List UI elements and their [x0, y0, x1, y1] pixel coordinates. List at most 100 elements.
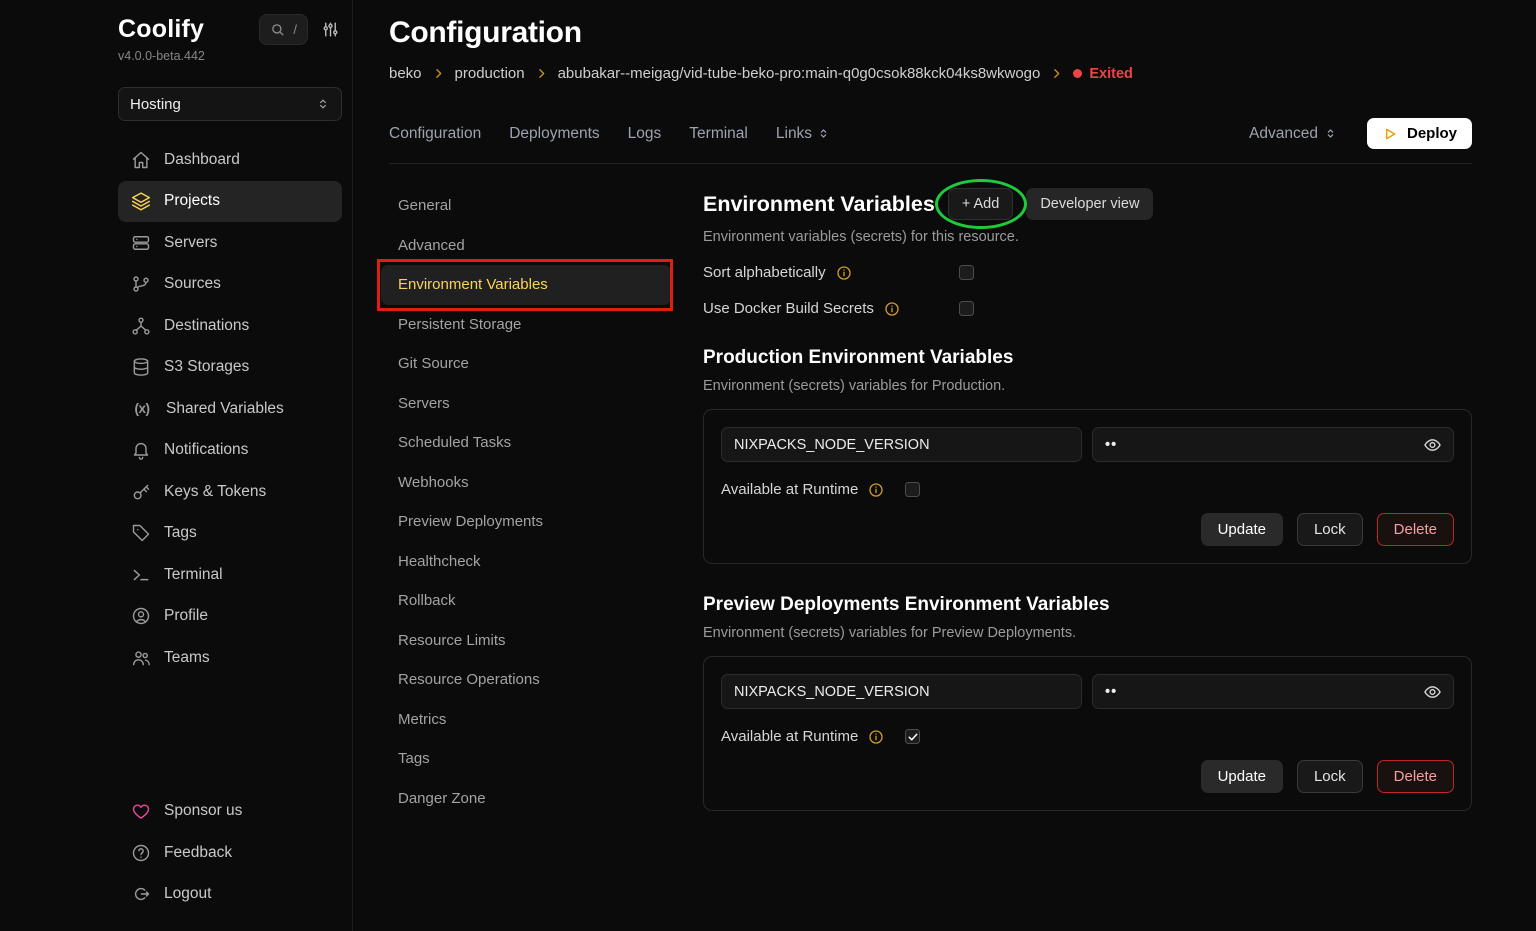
subnav-item-preview-deployments[interactable]: Preview Deployments — [381, 502, 671, 542]
sort-alphabetically-checkbox[interactable] — [959, 265, 974, 280]
subnav-item-webhooks[interactable]: Webhooks — [381, 463, 671, 503]
env-header: Environment Variables + Add Developer vi… — [703, 188, 1472, 220]
subnav-item-persistent-storage[interactable]: Persistent Storage — [381, 305, 671, 345]
database-icon — [131, 357, 151, 377]
subnav-item-healthcheck[interactable]: Healthcheck — [381, 542, 671, 582]
deploy-label: Deploy — [1407, 125, 1457, 142]
subnav-item-danger-zone[interactable]: Danger Zone — [381, 779, 671, 819]
breadcrumb-project[interactable]: beko — [389, 65, 422, 82]
update-button[interactable]: Update — [1201, 513, 1283, 546]
tab-terminal[interactable]: Terminal — [689, 125, 748, 143]
preview-env-subtitle: Environment (secrets) variables for Prev… — [703, 625, 1472, 641]
version-label: v4.0.0-beta.442 — [118, 49, 342, 63]
sidebar-item-servers[interactable]: Servers — [118, 222, 342, 264]
sidebar-item-label: Destinations — [164, 317, 249, 335]
subnav-item-environment-variables[interactable]: Environment Variables — [381, 265, 671, 305]
subnav-item-servers[interactable]: Servers — [381, 384, 671, 424]
sidebar-item-label: Sources — [164, 275, 221, 293]
variable-value-input[interactable] — [1092, 674, 1454, 709]
tab-links[interactable]: Links — [776, 125, 830, 143]
delete-button[interactable]: Delete — [1377, 760, 1454, 793]
sidebar-item-sources[interactable]: Sources — [118, 264, 342, 306]
subnav-item-general[interactable]: General — [381, 186, 671, 226]
chevron-right-icon — [432, 67, 445, 80]
subnav-item-git-source[interactable]: Git Source — [381, 344, 671, 384]
team-selector[interactable]: Hosting — [118, 87, 342, 121]
production-env-heading: Production Environment Variables — [703, 347, 1472, 369]
variable-value-input[interactable] — [1092, 427, 1454, 462]
variable-name-input[interactable] — [721, 674, 1082, 709]
delete-button[interactable]: Delete — [1377, 513, 1454, 546]
lock-button[interactable]: Lock — [1297, 513, 1363, 546]
tabbar-actions: Advanced Deploy — [1243, 118, 1472, 149]
sidebar-item-dashboard[interactable]: Dashboard — [118, 139, 342, 181]
sidebar-item-label: Tags — [164, 524, 197, 542]
sidebar-item-label: S3 Storages — [164, 358, 249, 376]
subnav-item-metrics[interactable]: Metrics — [381, 700, 671, 740]
chevron-right-icon — [1050, 67, 1063, 80]
developer-view-button[interactable]: Developer view — [1026, 188, 1153, 220]
settings-button[interactable] — [318, 18, 342, 42]
sidebar-item-projects[interactable]: Projects — [118, 181, 342, 223]
sidebar-inner: Coolify / v4.0.0-beta.442 — [118, 0, 342, 931]
breadcrumb-environment[interactable]: production — [455, 65, 525, 82]
coolify-logo: Coolify — [118, 15, 204, 44]
subnav-item-resource-limits[interactable]: Resource Limits — [381, 621, 671, 661]
subnav-item-resource-operations[interactable]: Resource Operations — [381, 660, 671, 700]
variable-icon: (x) — [131, 399, 153, 419]
sidebar-item-keys-tokens[interactable]: Keys & Tokens — [118, 471, 342, 513]
available-at-runtime-checkbox[interactable] — [905, 729, 920, 744]
sidebar-item-tags[interactable]: Tags — [118, 513, 342, 555]
subnav-item-tags[interactable]: Tags — [381, 739, 671, 779]
preview-env-heading: Preview Deployments Environment Variable… — [703, 594, 1472, 616]
sidebar-item-terminal[interactable]: Terminal — [118, 554, 342, 596]
docker-build-secrets-checkbox[interactable] — [959, 301, 974, 316]
sidebar-item-profile[interactable]: Profile — [118, 596, 342, 638]
sidebar-item-sponsor[interactable]: Sponsor us — [118, 791, 342, 833]
sidebar-item-logout[interactable]: Logout — [118, 874, 342, 916]
server-icon — [131, 233, 151, 253]
sidebar-item-destinations[interactable]: Destinations — [118, 305, 342, 347]
tab-deployments[interactable]: Deployments — [509, 125, 599, 143]
team-selector-value: Hosting — [130, 96, 181, 113]
sidebar-item-shared-variables[interactable]: (x) Shared Variables — [118, 388, 342, 430]
advanced-dropdown[interactable]: Advanced — [1243, 124, 1343, 144]
variable-name-input[interactable] — [721, 427, 1082, 462]
logo-row: Coolify / — [118, 14, 342, 45]
reveal-value-button[interactable] — [1421, 433, 1444, 456]
breadcrumb-resource[interactable]: abubakar--meigag/vid-tube-beko-pro:main-… — [558, 65, 1041, 82]
tab-logs[interactable]: Logs — [628, 125, 662, 143]
subnav-item-scheduled-tasks[interactable]: Scheduled Tasks — [381, 423, 671, 463]
variable-inputs — [721, 427, 1454, 462]
sidebar-item-notifications[interactable]: Notifications — [118, 430, 342, 472]
layers-icon — [131, 191, 151, 211]
page-title: Configuration — [389, 14, 1472, 52]
help-icon — [131, 843, 151, 863]
update-button[interactable]: Update — [1201, 760, 1283, 793]
configuration-subnav: General Advanced Environment Variables P… — [381, 164, 671, 818]
breadcrumb: beko production abubakar--meigag/vid-tub… — [389, 65, 1472, 82]
sliders-icon — [320, 20, 340, 40]
sidebar-item-feedback[interactable]: Feedback — [118, 832, 342, 874]
play-icon — [1382, 126, 1398, 142]
lock-button[interactable]: Lock — [1297, 760, 1363, 793]
search-button[interactable]: / — [259, 14, 308, 45]
available-at-runtime-checkbox[interactable] — [905, 482, 920, 497]
subnav-item-advanced[interactable]: Advanced — [381, 226, 671, 266]
sidebar-item-label: Teams — [164, 649, 210, 667]
sidebar-item-teams[interactable]: Teams — [118, 637, 342, 679]
subnav-item-rollback[interactable]: Rollback — [381, 581, 671, 621]
tab-configuration[interactable]: Configuration — [389, 125, 481, 143]
sidebar-item-s3-storages[interactable]: S3 Storages — [118, 347, 342, 389]
sort-alphabetically-row: Sort alphabetically — [703, 264, 1472, 281]
sidebar-item-label: Profile — [164, 607, 208, 625]
docker-build-secrets-label: Use Docker Build Secrets — [703, 300, 874, 317]
reveal-value-button[interactable] — [1421, 680, 1444, 703]
sort-alphabetically-label: Sort alphabetically — [703, 264, 826, 281]
deploy-button[interactable]: Deploy — [1367, 118, 1472, 149]
advanced-label: Advanced — [1249, 125, 1318, 143]
sidebar-item-label: Shared Variables — [166, 400, 284, 418]
sidebar-item-label: Projects — [164, 192, 220, 210]
search-icon — [270, 22, 285, 37]
add-variable-button[interactable]: + Add — [948, 188, 1014, 220]
